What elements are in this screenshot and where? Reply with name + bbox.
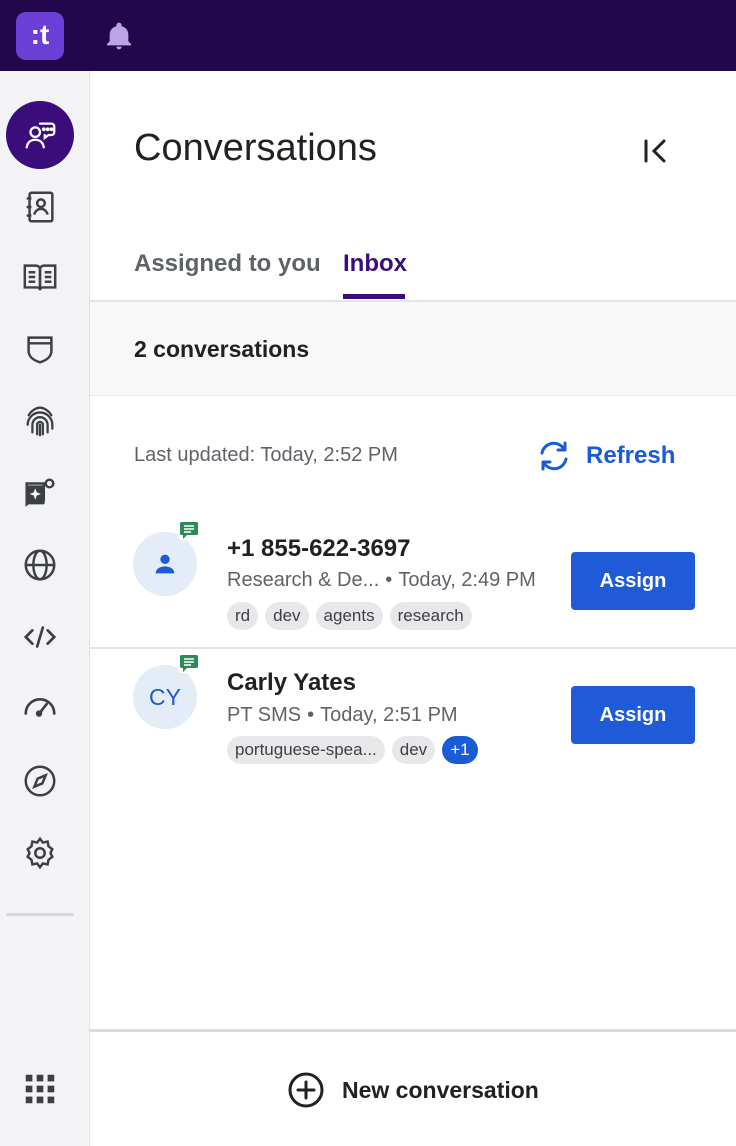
meta-separator: • [385, 569, 393, 591]
gear-icon [26, 836, 54, 870]
tab-bar: Assigned to you Inbox [90, 236, 736, 302]
sidebar-item-identity[interactable] [8, 389, 72, 453]
tag-list: portuguese-spea... dev +1 [227, 736, 478, 764]
tag: dev [265, 602, 309, 630]
open-book-icon [23, 264, 57, 291]
conversation-count-bar: 2 conversations [90, 302, 736, 396]
last-updated-text: Last updated: Today, 2:52 PM [134, 444, 398, 466]
collapse-panel-icon[interactable] [638, 135, 674, 167]
fingerprint-icon [26, 406, 54, 437]
compass-icon [24, 765, 56, 797]
conversations-panel: Conversations Assigned to you Inbox 2 co… [90, 71, 736, 1146]
new-conversation-label: New conversation [342, 1076, 539, 1103]
assign-button[interactable]: Assign [571, 686, 695, 744]
shield-icon [27, 336, 53, 364]
more-tags-badge[interactable]: +1 [442, 736, 478, 764]
tab-inbox[interactable]: Inbox [343, 250, 407, 278]
message-channel-badge [178, 653, 200, 673]
conversation-count: 2 conversations [134, 336, 310, 362]
avatar: CY [133, 665, 197, 729]
grid-icon [25, 1074, 55, 1104]
tag-list: rd dev agents research [227, 602, 472, 630]
conversation-source: PT SMS [227, 704, 302, 726]
sidebar-item-settings[interactable] [8, 821, 72, 885]
conversation-meta: PT SMS • Today, 2:51 PM [227, 704, 458, 727]
code-icon [23, 626, 57, 648]
contact-book-icon [26, 191, 54, 223]
person-icon [155, 554, 175, 574]
tag: portuguese-spea... [227, 736, 385, 764]
conversation-item[interactable]: CY Carly Yates PT SMS • Today, 2:51 PM por… [90, 649, 736, 783]
conversation-meta: Research & De... • Today, 2:49 PM [227, 569, 536, 592]
conversation-item[interactable]: +1 855-622-3697 Research & De... • Today, … [90, 515, 736, 649]
sidebar-item-knowledge[interactable] [8, 245, 72, 309]
sidebar-item-performance[interactable] [8, 673, 72, 737]
sidebar-item-contacts[interactable] [8, 175, 72, 239]
tab-assigned-to-you[interactable]: Assigned to you [134, 250, 321, 278]
sidebar-item-developer[interactable] [8, 605, 72, 669]
refresh-icon [540, 441, 568, 471]
refresh-button[interactable]: Refresh [536, 439, 675, 473]
sidebar-item-apps[interactable] [8, 1057, 72, 1121]
tag: agents [315, 602, 383, 630]
sidebar-item-web[interactable] [8, 533, 72, 597]
bell-icon[interactable] [103, 20, 135, 52]
meta-separator: • [307, 704, 315, 726]
chat-person-icon [25, 122, 56, 149]
conversation-time: Today, 2:51 PM [320, 704, 458, 726]
contact-name: +1 855-622-3697 [227, 535, 411, 562]
speedometer-icon [24, 698, 56, 717]
sidebar-item-explore[interactable] [8, 749, 72, 813]
sidebar-item-ai-settings[interactable] [8, 461, 72, 525]
app-logo[interactable]: :t [16, 12, 64, 60]
panel-footer: New conversation [90, 1029, 736, 1146]
conversation-source: Research & De... [227, 569, 380, 591]
new-conversation-button[interactable]: New conversation [286, 1070, 539, 1110]
sidebar-item-conversations[interactable] [6, 101, 74, 169]
globe-icon [24, 549, 56, 581]
message-icon [180, 655, 198, 672]
assign-button[interactable]: Assign [571, 552, 695, 610]
message-channel-badge [178, 520, 200, 540]
message-icon [180, 522, 198, 539]
tag: research [389, 602, 472, 630]
avatar [133, 532, 197, 596]
top-bar: :t [0, 0, 736, 71]
tag: dev [391, 736, 436, 764]
contact-name: Carly Yates [227, 669, 356, 696]
active-tab-indicator [343, 294, 405, 299]
sparkle-gear-icon [25, 478, 55, 508]
refresh-label: Refresh [586, 442, 676, 469]
sidebar-item-security[interactable] [8, 317, 72, 381]
conversation-time: Today, 2:49 PM [398, 569, 536, 591]
page-title: Conversations [134, 127, 377, 169]
add-circle-icon [288, 1072, 324, 1108]
tag: rd [227, 602, 259, 630]
sidebar [0, 71, 90, 1146]
sidebar-divider [6, 913, 74, 916]
